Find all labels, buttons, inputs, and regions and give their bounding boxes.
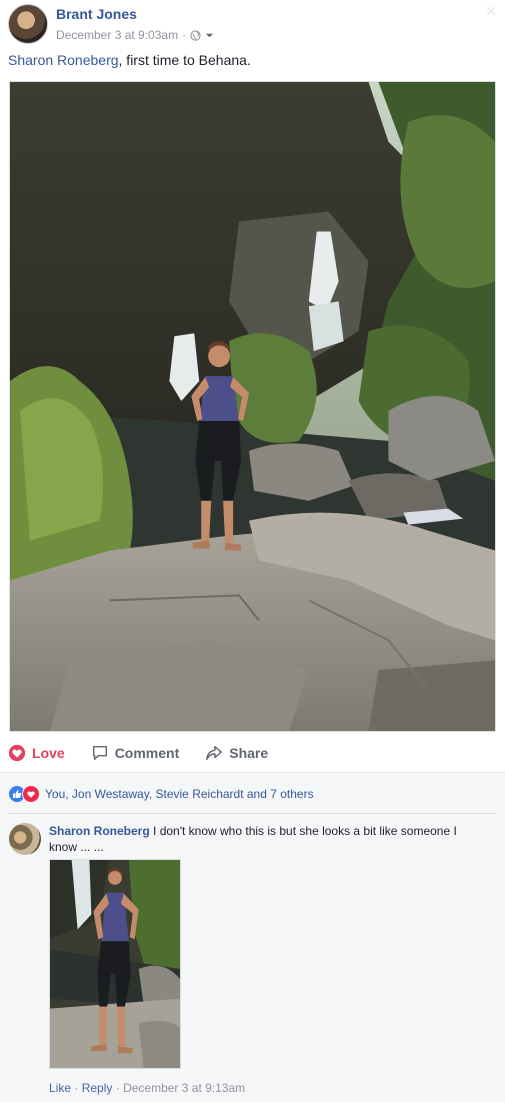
post-author-name[interactable]: Brant Jones	[56, 6, 137, 22]
love-button[interactable]: Love	[8, 744, 65, 762]
divider	[8, 813, 496, 814]
share-icon	[206, 745, 223, 761]
post-meta: December 3 at 9:03am ·	[56, 28, 214, 42]
comment-photo-image	[50, 860, 180, 1068]
post-photo[interactable]	[9, 81, 496, 732]
comment-photo[interactable]	[49, 859, 181, 1069]
caption-text: , first time to Behana.	[118, 52, 251, 68]
reactions-summary[interactable]: You, Jon Westaway, Stevie Reichardt and …	[8, 785, 314, 803]
meta-separator: ·	[182, 28, 187, 42]
close-icon[interactable]	[484, 4, 498, 18]
love-reaction-icon	[22, 785, 40, 803]
commenter-avatar[interactable]	[9, 823, 41, 855]
author-avatar[interactable]	[8, 4, 48, 44]
comments-panel: You, Jon Westaway, Stevie Reichardt and …	[0, 772, 505, 1102]
comment-meta: Like · Reply · December 3 at 9:13am	[49, 1081, 245, 1095]
post-header: Brant Jones December 3 at 9:03am ·	[8, 4, 498, 44]
globe-icon	[190, 29, 201, 41]
love-label: Love	[32, 745, 65, 761]
comment-author-name[interactable]: Sharon Roneberg	[49, 824, 150, 838]
waterfall-photo-image	[10, 82, 495, 731]
comment-button[interactable]: Comment	[91, 744, 180, 762]
comment-body: Sharon Roneberg I don't know who this is…	[49, 823, 469, 855]
post-action-bar: Love Comment Share	[8, 740, 498, 766]
share-button[interactable]: Share	[205, 744, 268, 762]
reactions-summary-text: You, Jon Westaway, Stevie Reichardt and …	[45, 787, 314, 801]
post-timestamp[interactable]: December 3 at 9:03am	[56, 28, 178, 42]
chevron-down-icon[interactable]	[205, 31, 214, 40]
comment-icon	[92, 745, 107, 761]
comment-reply-link[interactable]: Reply	[82, 1081, 113, 1095]
post-caption: Sharon Roneberg, first time to Behana.	[8, 52, 251, 68]
meta-separator: ·	[115, 1081, 120, 1095]
meta-separator: ·	[74, 1081, 79, 1095]
comment-label: Comment	[114, 745, 180, 761]
comment-timestamp[interactable]: December 3 at 9:13am	[123, 1081, 245, 1095]
heart-icon	[8, 744, 26, 762]
share-label: Share	[229, 745, 269, 761]
tagged-person-link[interactable]: Sharon Roneberg	[8, 52, 119, 68]
comment-like-link[interactable]: Like	[49, 1081, 71, 1095]
